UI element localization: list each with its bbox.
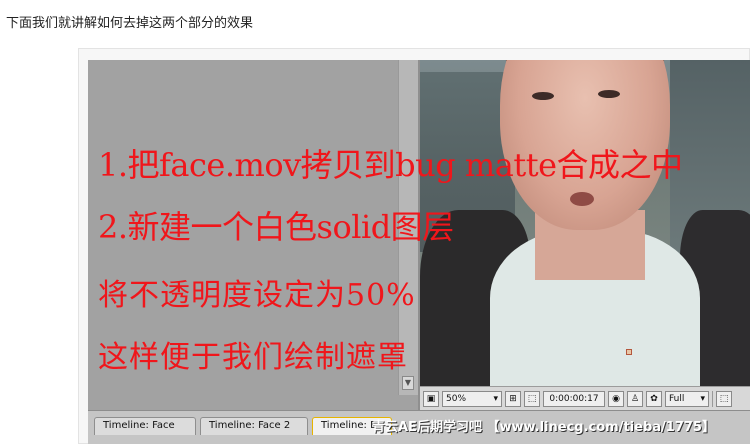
page-caption: 下面我们就讲解如何去掉这两个部分的效果 — [6, 16, 254, 31]
region-icon[interactable]: ⬚ — [524, 390, 540, 407]
color-channel-icon[interactable]: ✿ — [646, 390, 662, 407]
instruction-line-3: 将不透明度设定为50% — [98, 278, 416, 313]
zoom-value: 50% — [446, 393, 467, 404]
tab-timeline-face-2[interactable]: Timeline: Face 2 — [200, 417, 308, 435]
show-snapshot-icon[interactable]: ♙ — [627, 390, 643, 407]
tab-timeline-face[interactable]: Timeline: Face — [94, 417, 196, 435]
timecode-field[interactable]: 0:00:00:17 — [543, 390, 605, 407]
timecode-value: 0:00:00:17 — [549, 393, 599, 404]
right-eye — [598, 90, 620, 98]
watermark-text: 青云AE后期学习吧 【www.linecg.com/tieba/1775】 — [372, 420, 715, 435]
composition-viewer[interactable] — [420, 60, 750, 386]
toolbar-divider — [712, 390, 713, 407]
scroll-down-arrow-icon[interactable]: ▼ — [402, 376, 414, 390]
instruction-line-2: 2.新建一个白色solid图层 — [98, 208, 454, 246]
region-of-interest-icon[interactable]: ⬚ — [716, 390, 732, 407]
left-eye — [532, 92, 554, 100]
snapshot-icon[interactable]: ◉ — [608, 390, 624, 407]
instruction-line-1: 1.把face.mov拷贝到bug matte合成之中 — [98, 146, 683, 184]
chevron-down-icon: ▾ — [700, 393, 705, 404]
chevron-down-icon: ▾ — [493, 393, 498, 404]
mouth — [570, 192, 594, 206]
anchor-point-marker[interactable] — [626, 349, 632, 355]
instruction-line-4: 这样便于我们绘制遮罩 — [98, 340, 408, 375]
viewer-toolbar: ▣ 50% ▾ ⊞ ⬚ 0:00:00:17 ◉ ♙ ✿ Full ▾ ⬚ — [420, 386, 750, 410]
zoom-dropdown[interactable]: 50% ▾ — [442, 390, 502, 407]
resolution-dropdown[interactable]: Full ▾ — [665, 390, 709, 407]
safe-zones-icon[interactable]: ⊞ — [505, 390, 521, 407]
always-preview-icon[interactable]: ▣ — [423, 390, 439, 407]
resolution-value: Full — [669, 393, 685, 404]
